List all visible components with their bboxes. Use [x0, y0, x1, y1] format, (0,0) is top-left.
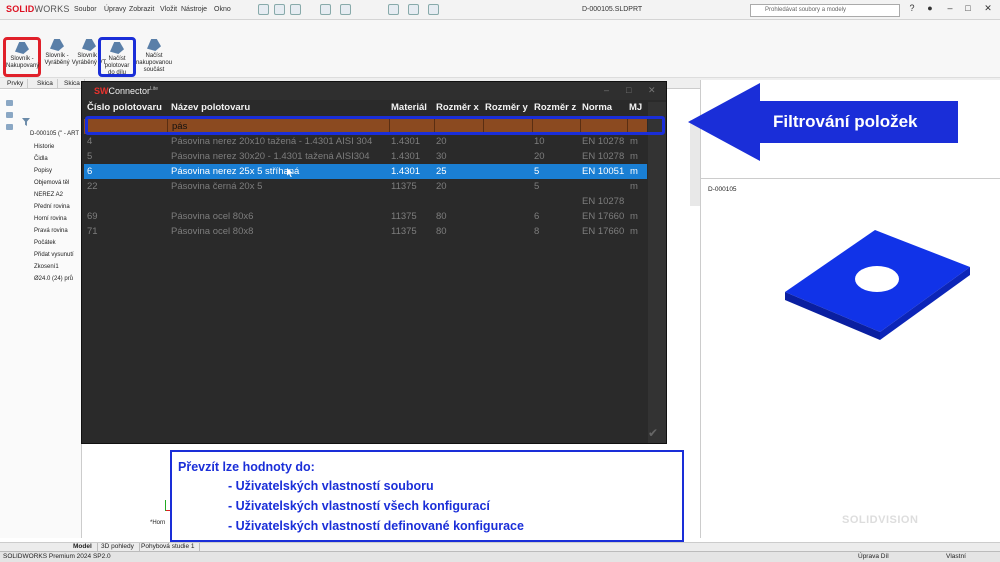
menu-nastroje[interactable]: Nástroje [181, 6, 207, 13]
tab-prvky[interactable]: Prvky [3, 79, 29, 89]
dictionary-icon [82, 39, 96, 51]
tree-item-cidla[interactable]: Čidla [34, 156, 48, 162]
col-header-rozmer-x[interactable]: Rozměr x [436, 102, 479, 117]
tab-3d-pohledy[interactable]: 3D pohledy [96, 543, 140, 551]
config-icon[interactable] [6, 124, 13, 130]
tree-item-zkoseni[interactable]: Zkosení1 [34, 264, 59, 270]
col-header-norma[interactable]: Norma [582, 102, 612, 117]
menu-vlozit[interactable]: Vložit [160, 6, 177, 13]
help-icon[interactable]: ? [906, 3, 918, 15]
solidworks-logo[interactable]: SOLIDWORKS [6, 4, 70, 14]
home-icon[interactable] [258, 4, 269, 15]
col-header-mj[interactable]: MJ [629, 102, 642, 117]
tree-item-historie[interactable]: Historie [34, 144, 54, 150]
info-box: Převzít lze hodnoty do: - Uživatelských … [170, 450, 684, 542]
tree-item-material[interactable]: NEREZ A2 [34, 192, 63, 198]
col-header-material[interactable]: Materiál [391, 102, 427, 117]
dialog-titlebar[interactable] [82, 82, 666, 100]
document-title: D-000105.SLDPRT [582, 6, 643, 13]
select-icon[interactable] [388, 4, 399, 15]
triad-y-axis [165, 500, 166, 511]
table-row[interactable]: 71 Pásovina ocel 80x8 11375 80 8 EN 17660 m [84, 224, 647, 239]
tab-pohybova-studie[interactable]: Pohybová studie 1 [136, 543, 201, 551]
search-placeholder: Prohledávat soubory a modely [765, 7, 847, 13]
tree-item-horni-rovina[interactable]: Horní rovina [34, 216, 67, 222]
plate-hole [855, 266, 899, 292]
table-row[interactable]: 4 Pásovina nerez 20x10 tažená - 1.4301 AI… [84, 134, 647, 149]
options-icon[interactable] [428, 4, 439, 15]
property-icon[interactable] [6, 112, 13, 118]
connector-dialog: SWConnectorLite – □ ✕ Číslo polotovaru N… [81, 81, 667, 444]
solidvision-watermark: SOLIDVISION [842, 514, 919, 526]
open-icon[interactable] [290, 4, 301, 15]
nacist-polotovar-button[interactable]: Načíst polotovar do dílu [98, 37, 136, 77]
maximize-icon[interactable]: □ [962, 3, 974, 15]
load-stock-icon [110, 42, 124, 54]
table-row[interactable]: 5 Pásovina nerez 30x20 - 1.4301 tažená AI… [84, 149, 647, 164]
tree-item-otvor[interactable]: Ø24.0 (24) prů [34, 276, 73, 282]
dictionary-icon [50, 39, 64, 51]
dialog-scrollbar[interactable] [648, 102, 666, 443]
status-version: SOLIDWORKS Premium 2024 SP2.0 [3, 553, 111, 560]
menu-zobrazit[interactable]: Zobrazit [129, 6, 154, 13]
search-input[interactable]: Prohledávat soubory a modely [750, 4, 900, 17]
table-row[interactable]: 69 Pásovina ocel 80x6 11375 80 6 EN 17660 m [84, 209, 647, 224]
info-heading: Převzít lze hodnoty do: [178, 460, 315, 474]
filter-row-highlight [85, 116, 665, 135]
status-bar [0, 551, 1000, 562]
col-header-rozmer-y[interactable]: Rozměr y [485, 102, 528, 117]
save-icon[interactable] [320, 4, 331, 15]
new-icon[interactable] [274, 4, 285, 15]
menu-upravy[interactable]: Úpravy [104, 6, 126, 13]
part-3d-model[interactable] [780, 222, 980, 342]
info-item: - Uživatelských vlastností definované ko… [228, 519, 524, 533]
dialog-title: SWConnectorLite [94, 86, 159, 96]
minimize-icon[interactable]: – [944, 3, 956, 15]
info-item: - Uživatelských vlastností souboru [228, 479, 434, 493]
tab-skica[interactable]: Skica [33, 79, 58, 89]
view-orientation-label: *Horn [150, 520, 166, 526]
col-header-rozmer-z[interactable]: Rozměr z [534, 102, 576, 117]
info-item: - Uživatelských vlastností všech konfigu… [228, 499, 490, 513]
dictionary-icon [15, 42, 29, 54]
tree-item-pridat-vysunuti[interactable]: Přidat vysunutí [34, 252, 74, 258]
part-label: D-000105 [708, 186, 737, 193]
tree-item-prava-rovina[interactable]: Pravá rovina [34, 228, 68, 234]
tree-item-pocatek[interactable]: Počátek [34, 240, 56, 246]
col-header-nazev[interactable]: Název polotovaru [171, 102, 250, 117]
status-units[interactable]: Vlastní [946, 553, 966, 560]
tree-item-popisy[interactable]: Popisy [34, 168, 52, 174]
tab-model[interactable]: Model [68, 543, 98, 551]
user-icon[interactable]: ● [924, 3, 936, 15]
menu-soubor[interactable]: Soubor [74, 6, 97, 13]
rebuild-icon[interactable] [408, 4, 419, 15]
callout-label: Filtrování položek [773, 112, 918, 131]
menu-okno[interactable]: Okno [214, 6, 231, 13]
table-row[interactable]: EN 10278 [84, 194, 647, 209]
status-mode: Úprava Díl [858, 553, 889, 560]
load-part-icon [147, 39, 161, 51]
table-row[interactable]: 22 Pásovina černá 20x 5 11375 20 5 m [84, 179, 647, 194]
dialog-close-icon[interactable]: ✕ [648, 85, 656, 96]
tree-item-predni-rovina[interactable]: Přední rovina [34, 204, 70, 210]
confirm-check-icon[interactable]: ✔ [648, 426, 658, 440]
dialog-maximize-icon[interactable]: □ [626, 85, 631, 95]
toolbar-secondary [0, 20, 1000, 34]
col-header-cislo[interactable]: Číslo polotovaru [87, 102, 162, 117]
featuremanager-icon[interactable] [6, 100, 13, 106]
tree-root[interactable]: D-000105 (" - ART 2 [30, 131, 84, 137]
slovnik-nakupovany-button[interactable]: Slovník - Nakupovaný [3, 37, 41, 77]
tree-item-objemova-tela[interactable]: Objemová těl [34, 180, 69, 186]
dialog-minimize-icon[interactable]: – [604, 85, 609, 95]
viewport-divider [700, 178, 1000, 179]
close-icon[interactable]: ✕ [982, 3, 994, 15]
nacist-nakupovanou-soucast-button[interactable]: Načíst nakupovanou součást [134, 37, 174, 77]
print-icon[interactable] [340, 4, 351, 15]
table-row-selected[interactable]: 6 Pásovina nerez 25x 5 stříhaná 1.4301 25 5 E… [84, 164, 647, 179]
